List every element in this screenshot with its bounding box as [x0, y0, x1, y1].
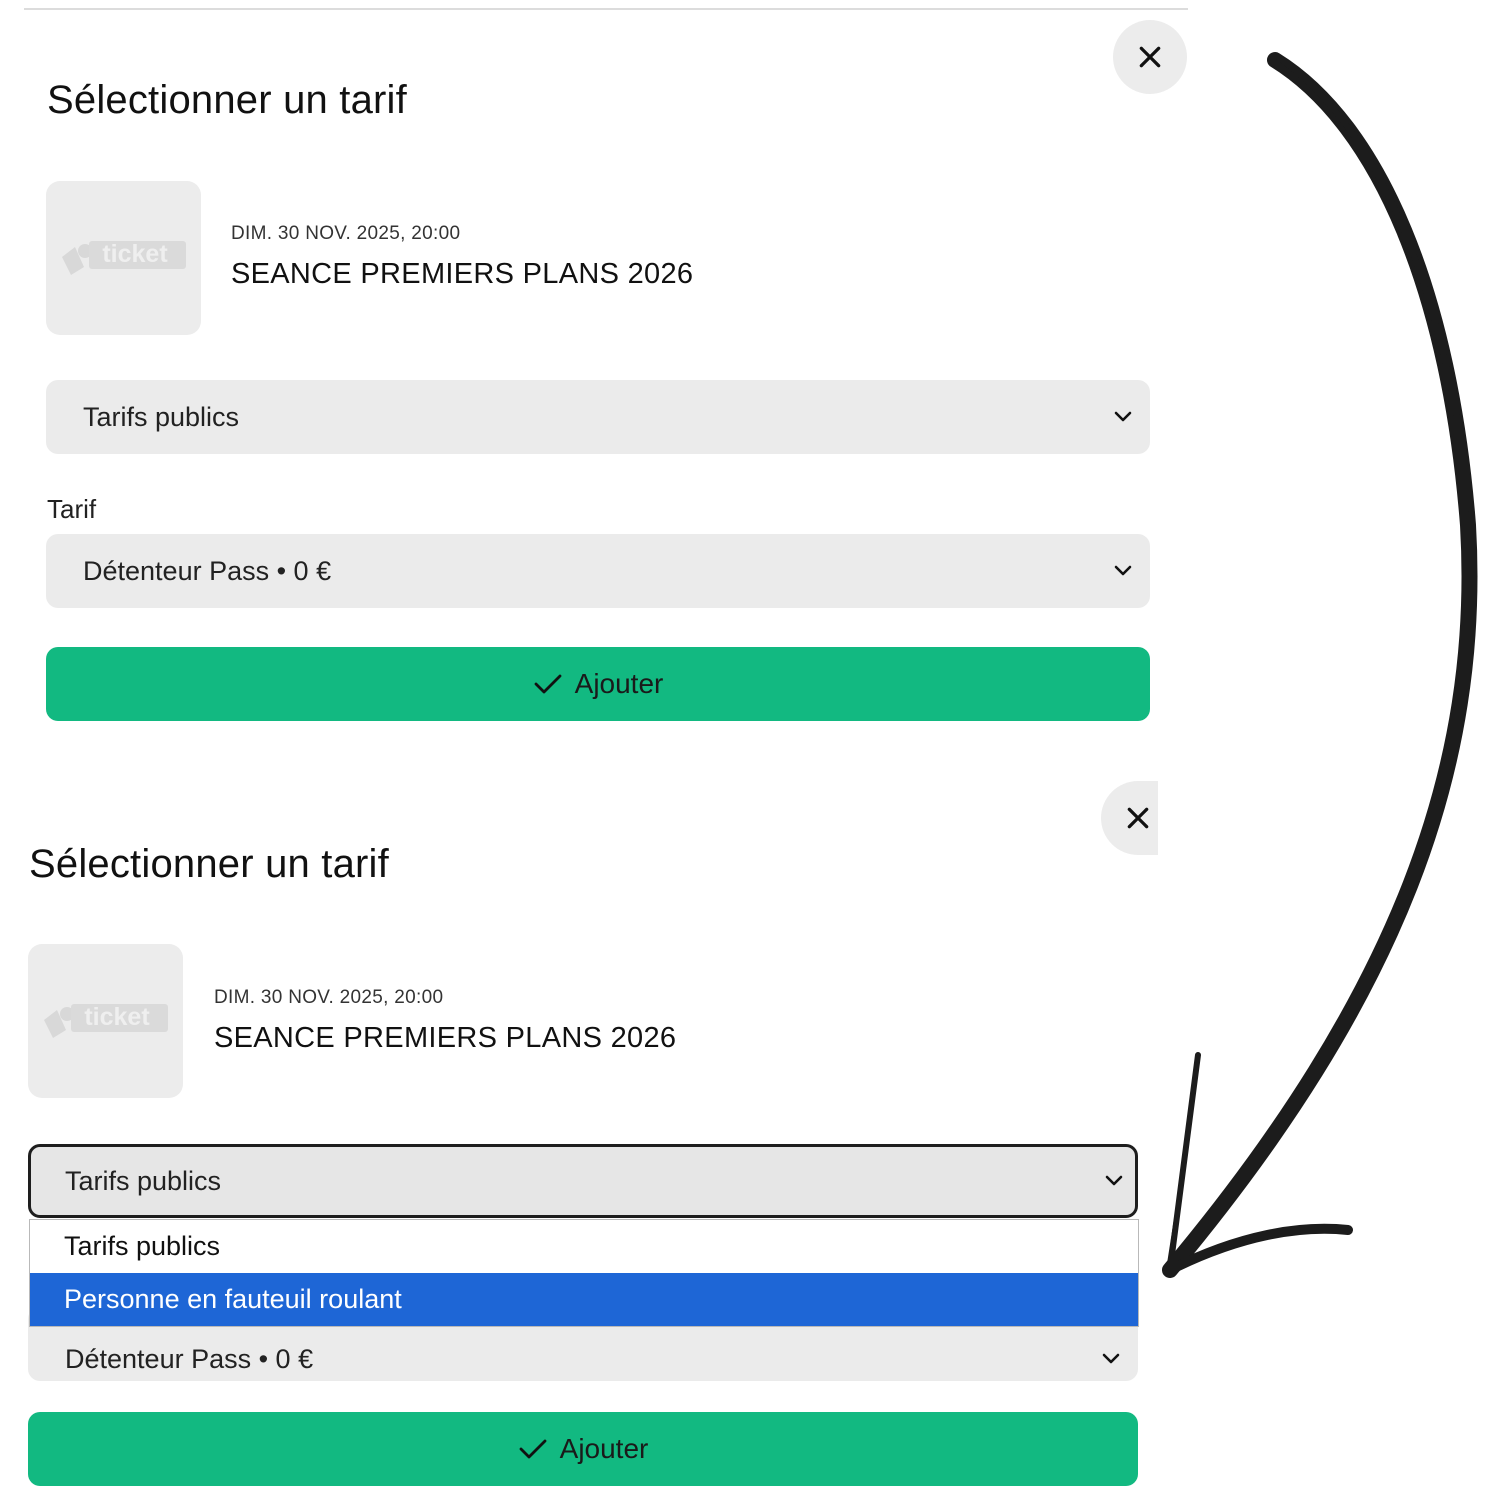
close-icon	[1127, 807, 1148, 829]
event-thumbnail: ticket	[46, 181, 201, 335]
tarif-select-value: Détenteur Pass • 0 €	[83, 555, 332, 586]
add-button-label: Ajouter	[559, 1433, 649, 1464]
tarif-select-value: Détenteur Pass • 0 €	[65, 1343, 314, 1374]
tarif-label: Tarif	[47, 494, 97, 524]
tarif-select[interactable]: Détenteur Pass • 0 €	[46, 534, 1150, 608]
modal-title: Sélectionner un tarif	[47, 78, 407, 122]
chevron-down-icon	[1105, 1175, 1123, 1186]
dropdown-option[interactable]: Tarifs publics	[30, 1220, 1138, 1273]
check-icon	[519, 1439, 547, 1459]
ticket-logo: ticket	[43, 1003, 168, 1038]
event-date: DIM. 30 NOV. 2025, 20:00	[214, 987, 444, 1008]
curved-arrow-annotation	[1162, 52, 1478, 1278]
category-dropdown: Tarifs publics Personne en fauteuil roul…	[29, 1219, 1139, 1327]
chevron-down-icon	[1114, 565, 1132, 576]
ticket-logo: ticket	[61, 240, 186, 275]
tarif-modal-after: Sélectionner un tarif ticket DIM. 30 NOV…	[0, 770, 1160, 1487]
event-name: SEANCE PREMIERS PLANS 2026	[231, 258, 694, 290]
svg-text:ticket: ticket	[84, 1003, 150, 1031]
event-name: SEANCE PREMIERS PLANS 2026	[214, 1022, 677, 1054]
category-select-value: Tarifs publics	[83, 401, 240, 432]
modal-title: Sélectionner un tarif	[29, 842, 389, 886]
add-button-label: Ajouter	[574, 668, 664, 699]
category-select[interactable]: Tarifs publics	[46, 380, 1150, 454]
chevron-down-icon	[1102, 1353, 1120, 1364]
category-select[interactable]: Tarifs publics	[28, 1144, 1138, 1218]
dropdown-option-highlighted[interactable]: Personne en fauteuil roulant	[30, 1273, 1138, 1326]
event-thumbnail: ticket	[28, 944, 183, 1098]
tarif-modal-before: Sélectionner un tarif ticket DIM. 30 NOV…	[24, 8, 1188, 740]
category-select-value: Tarifs publics	[65, 1165, 222, 1196]
add-button[interactable]: Ajouter	[28, 1412, 1138, 1486]
event-date: DIM. 30 NOV. 2025, 20:00	[231, 223, 461, 244]
add-button[interactable]: Ajouter	[46, 647, 1150, 721]
svg-text:ticket: ticket	[102, 240, 168, 268]
check-icon	[534, 674, 562, 694]
chevron-down-icon	[1114, 411, 1132, 422]
